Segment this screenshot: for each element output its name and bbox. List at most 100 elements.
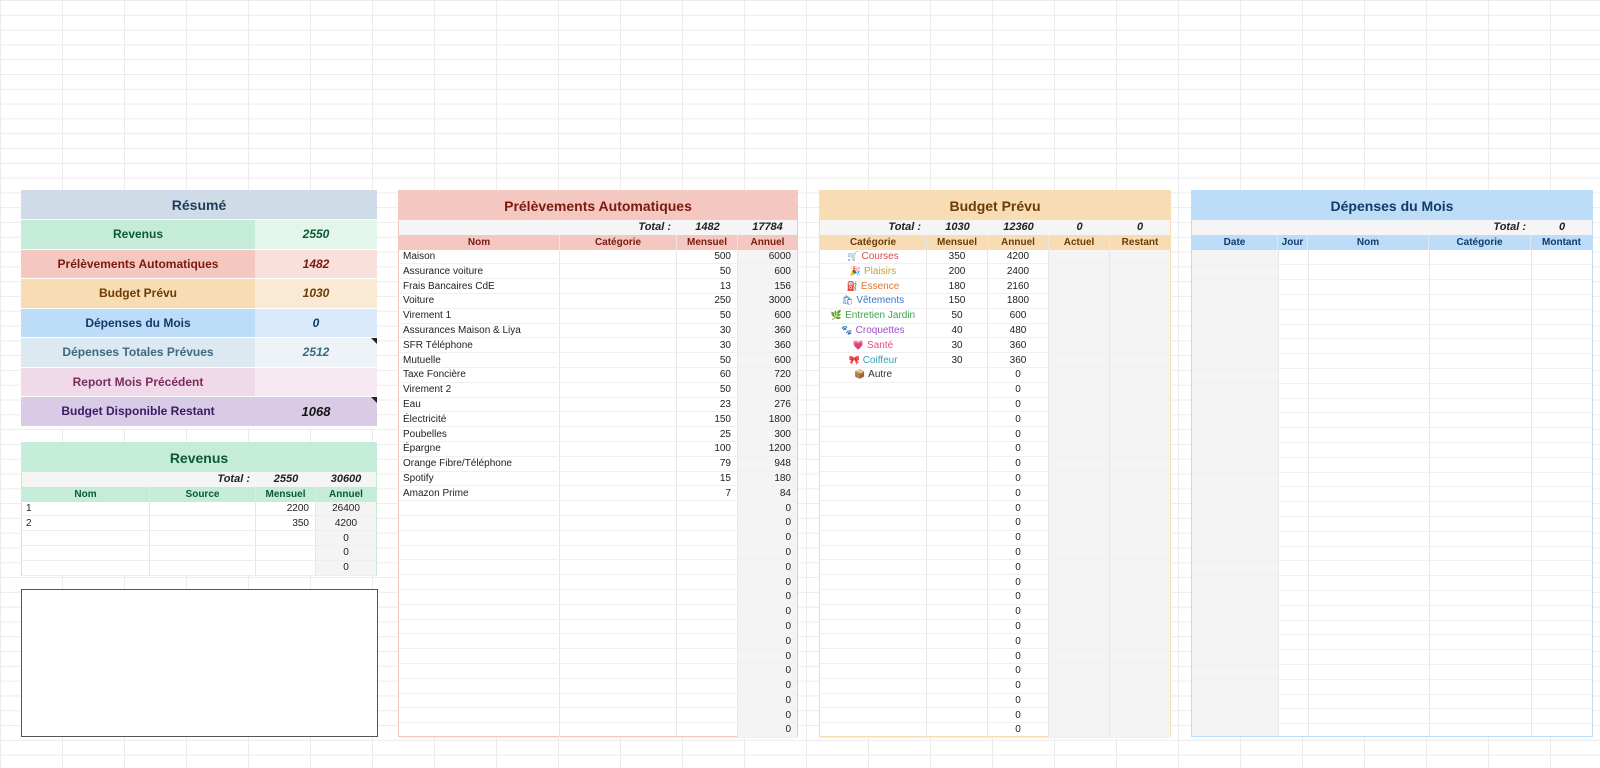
budget-category[interactable] xyxy=(820,397,927,412)
table-cell[interactable]: Orange Fibre/Téléphone xyxy=(399,456,560,471)
budget-category[interactable] xyxy=(820,427,927,441)
table-row[interactable]: 0 xyxy=(820,678,1170,694)
budget-monthly[interactable]: 350 xyxy=(927,249,988,264)
table-row[interactable]: 0 xyxy=(820,441,1170,457)
table-cell[interactable]: 360 xyxy=(738,338,797,353)
table-cell[interactable]: Assurances Maison & Liya xyxy=(399,323,560,338)
budget-category[interactable]: 💗 Santé xyxy=(820,338,927,353)
budget-remaining[interactable] xyxy=(1110,649,1170,663)
table-row[interactable]: Frais Bancaires CdE 13 156 xyxy=(399,279,797,294)
budget-monthly[interactable]: 30 xyxy=(927,338,988,353)
budget-actual[interactable] xyxy=(1049,678,1110,693)
budget-actual[interactable] xyxy=(1049,249,1110,264)
budget-remaining[interactable] xyxy=(1110,353,1170,367)
table-cell[interactable]: 150 xyxy=(677,412,738,427)
table-cell[interactable]: 0 xyxy=(738,663,797,678)
table-cell[interactable] xyxy=(560,293,677,308)
table-cell[interactable] xyxy=(560,575,677,589)
table-cell[interactable] xyxy=(399,530,560,545)
notes-box[interactable] xyxy=(21,589,378,737)
budget-monthly[interactable] xyxy=(927,678,988,693)
table-row[interactable]: 0 xyxy=(820,515,1170,531)
table-cell[interactable]: 0 xyxy=(738,708,797,723)
table-row[interactable]: Assurance voiture 50 600 xyxy=(399,264,797,280)
table-cell[interactable]: Spotify xyxy=(399,471,560,486)
budget-category[interactable]: 🛒 Courses xyxy=(820,249,927,264)
budget-remaining[interactable] xyxy=(1110,663,1170,678)
budget-remaining[interactable] xyxy=(1110,427,1170,441)
budget-remaining[interactable] xyxy=(1110,619,1170,634)
budget-remaining[interactable] xyxy=(1110,293,1170,308)
table-row[interactable]: 0 xyxy=(22,545,376,561)
table-cell[interactable]: 13 xyxy=(677,279,738,293)
budget-annual[interactable]: 0 xyxy=(988,678,1049,693)
budget-monthly[interactable] xyxy=(927,589,988,604)
table-cell[interactable]: 0 xyxy=(738,530,797,545)
table-cell[interactable]: 276 xyxy=(738,397,797,412)
budget-annual[interactable]: 0 xyxy=(988,441,1049,456)
budget-monthly[interactable] xyxy=(927,501,988,515)
table-cell[interactable]: Taxe Foncière xyxy=(399,367,560,382)
budget-category[interactable]: ⛽ Essence xyxy=(820,279,927,293)
table-row[interactable]: 🐾 Croquettes 40 480 xyxy=(820,323,1170,339)
table-cell[interactable] xyxy=(677,530,738,545)
budget-category[interactable]: 🐾 Croquettes xyxy=(820,323,927,338)
table-cell[interactable]: 0 xyxy=(738,649,797,663)
table-cell[interactable] xyxy=(399,589,560,604)
budget-annual[interactable]: 0 xyxy=(988,693,1049,708)
table-row[interactable]: Virement 2 50 600 xyxy=(399,382,797,398)
table-row[interactable]: Taxe Foncière 60 720 xyxy=(399,367,797,383)
budget-remaining[interactable] xyxy=(1110,634,1170,649)
budget-category[interactable] xyxy=(820,486,927,501)
budget-category[interactable] xyxy=(820,575,927,589)
table-cell[interactable]: 4200 xyxy=(316,516,376,531)
table-cell[interactable] xyxy=(560,693,677,708)
table-cell[interactable]: 25 xyxy=(677,427,738,441)
table-cell[interactable]: 948 xyxy=(738,456,797,471)
table-row[interactable]: 0 xyxy=(399,575,797,590)
budget-remaining[interactable] xyxy=(1110,708,1170,723)
table-cell[interactable]: SFR Téléphone xyxy=(399,338,560,353)
budget-remaining[interactable] xyxy=(1110,382,1170,397)
budget-remaining[interactable] xyxy=(1110,249,1170,264)
budget-actual[interactable] xyxy=(1049,545,1110,560)
table-row[interactable]: 0 xyxy=(399,545,797,561)
budget-actual[interactable] xyxy=(1049,367,1110,382)
budget-monthly[interactable] xyxy=(927,456,988,471)
table-cell[interactable]: 0 xyxy=(738,560,797,575)
table-row[interactable]: 0 xyxy=(820,486,1170,502)
table-cell[interactable] xyxy=(150,531,256,545)
table-cell[interactable]: Épargne xyxy=(399,441,560,456)
table-cell[interactable] xyxy=(560,471,677,486)
table-cell[interactable]: 0 xyxy=(738,589,797,604)
budget-annual[interactable]: 0 xyxy=(988,515,1049,530)
table-cell[interactable]: Frais Bancaires CdE xyxy=(399,279,560,293)
budget-monthly[interactable]: 180 xyxy=(927,279,988,293)
budget-actual[interactable] xyxy=(1049,427,1110,441)
table-row[interactable]: 0 xyxy=(399,693,797,709)
budget-actual[interactable] xyxy=(1049,471,1110,486)
table-cell[interactable] xyxy=(560,649,677,663)
table-row[interactable]: Virement 1 50 600 xyxy=(399,308,797,324)
table-row[interactable]: Poubelles 25 300 xyxy=(399,427,797,442)
budget-remaining[interactable] xyxy=(1110,545,1170,560)
budget-annual[interactable]: 0 xyxy=(988,589,1049,604)
table-row[interactable]: 0 xyxy=(820,649,1170,664)
table-cell[interactable] xyxy=(256,545,316,560)
budget-actual[interactable] xyxy=(1049,293,1110,308)
table-cell[interactable] xyxy=(560,663,677,678)
table-cell[interactable]: 0 xyxy=(316,560,376,575)
table-row[interactable]: Orange Fibre/Téléphone 79 948 xyxy=(399,456,797,472)
budget-actual[interactable] xyxy=(1049,264,1110,279)
table-cell[interactable] xyxy=(677,619,738,634)
table-cell[interactable] xyxy=(399,545,560,560)
table-row[interactable]: 0 xyxy=(399,649,797,664)
table-row[interactable]: Mutuelle 50 600 xyxy=(399,353,797,368)
table-cell[interactable]: 350 xyxy=(256,516,316,531)
table-cell[interactable] xyxy=(399,560,560,575)
table-cell[interactable] xyxy=(150,560,256,575)
table-row[interactable]: Assurances Maison & Liya 30 360 xyxy=(399,323,797,339)
table-cell[interactable]: 0 xyxy=(316,531,376,545)
table-cell[interactable]: 500 xyxy=(677,249,738,264)
table-cell[interactable] xyxy=(677,678,738,693)
